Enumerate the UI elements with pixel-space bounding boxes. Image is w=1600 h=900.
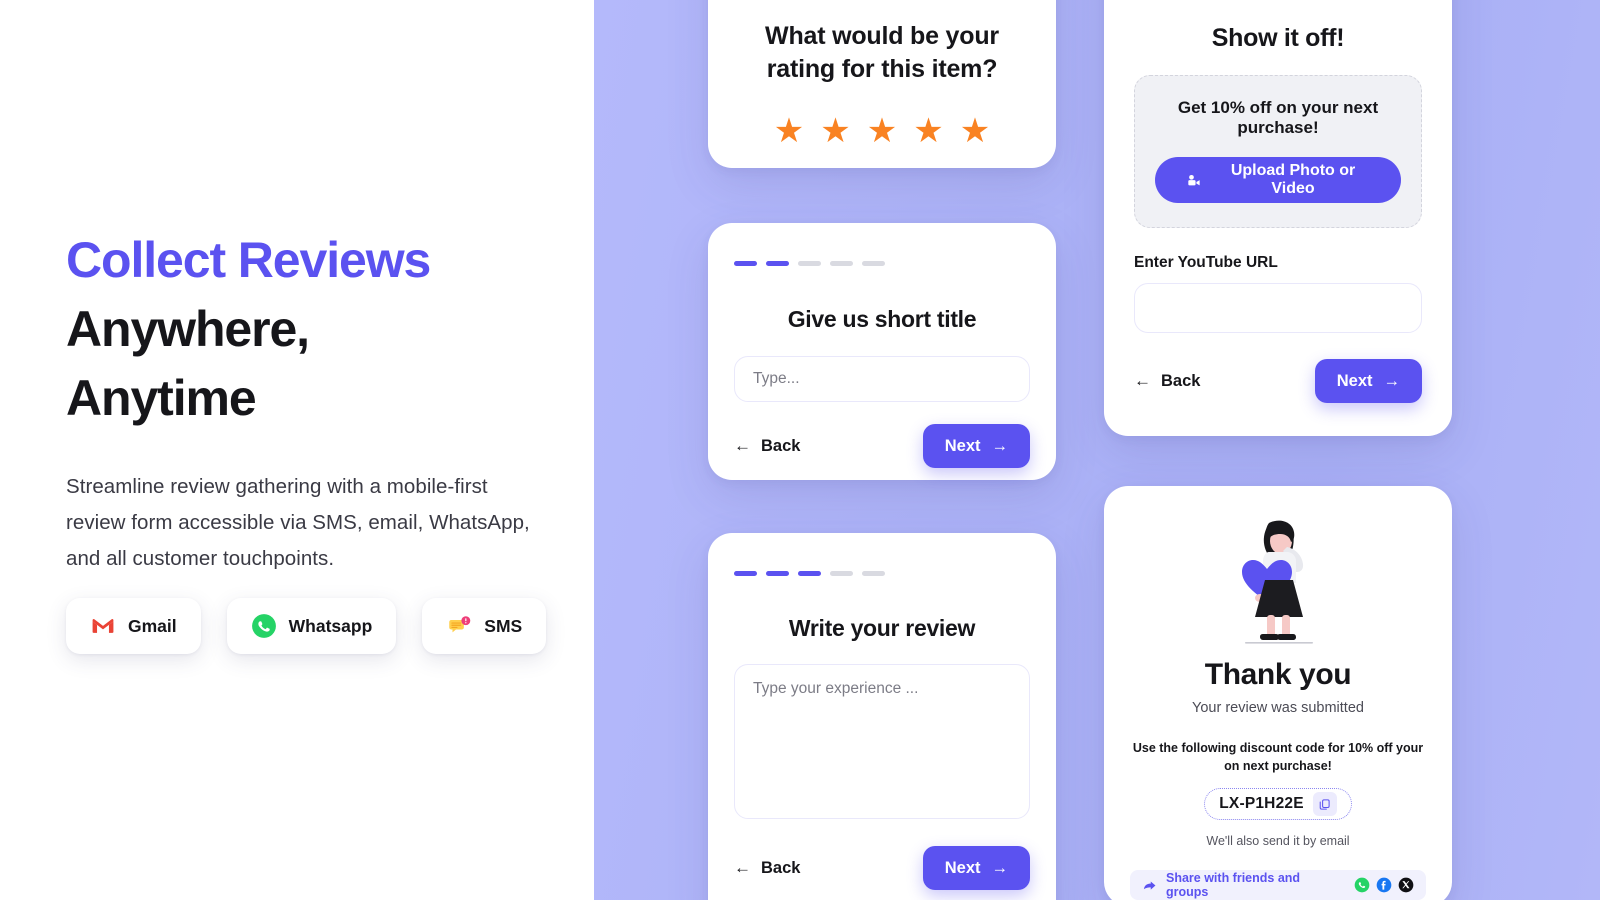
back-button-label: Back <box>761 858 801 877</box>
back-button-label: Back <box>1161 371 1201 390</box>
step-dash <box>862 571 885 576</box>
next-button-label: Next <box>944 436 981 455</box>
card-write-review: Write your review ← Back Next → <box>708 533 1056 900</box>
card-short-title: Give us short title ← Back Next → <box>708 223 1056 480</box>
discount-code-value: LX-P1H22E <box>1219 795 1304 813</box>
star-icon[interactable]: ★ <box>774 114 804 148</box>
step-dash <box>830 571 853 576</box>
card-show-it-off: Show it off! Get 10% off on your next pu… <box>1104 0 1452 436</box>
arrow-left-icon: ← <box>734 436 751 455</box>
step-dash <box>830 261 853 266</box>
whatsapp-icon[interactable] <box>1354 877 1370 893</box>
x-icon[interactable] <box>1398 877 1414 893</box>
channel-pill-sms[interactable]: SMS <box>422 598 547 654</box>
card-rating: What would be your rating for this item?… <box>708 0 1056 168</box>
next-button[interactable]: Next → <box>1314 359 1422 403</box>
short-title-heading: Give us short title <box>787 306 977 332</box>
share-bar[interactable]: Share with friends and groups <box>1130 870 1426 900</box>
camera-video-icon <box>1188 174 1200 186</box>
hero-heading-line2: Anywhere, <box>66 301 310 357</box>
youtube-url-input[interactable] <box>1134 283 1422 333</box>
back-button[interactable]: ← Back <box>734 436 800 456</box>
hero-body-text: Streamline review gathering with a mobil… <box>66 475 530 570</box>
review-textarea[interactable] <box>734 664 1030 819</box>
arrow-right-icon: → <box>991 436 1009 455</box>
hero-heading-line3: Anytime <box>66 370 257 426</box>
channel-pill-whatsapp[interactable]: Whatsapp <box>226 598 397 654</box>
channel-pill-sms-label: SMS <box>484 615 523 636</box>
channel-pill-gmail[interactable]: Gmail <box>66 598 201 654</box>
step-dash <box>798 261 821 266</box>
step-progress-review <box>734 571 1030 576</box>
short-title-input[interactable] <box>734 356 1030 402</box>
step-progress-title <box>734 261 1030 266</box>
share-target-list <box>1354 877 1414 893</box>
star-icon[interactable]: ★ <box>913 114 943 148</box>
next-button-label: Next <box>1336 371 1373 390</box>
page-root: Collect Reviews Anywhere, Anytime Stream… <box>0 0 1600 900</box>
next-button[interactable]: Next → <box>922 846 1030 890</box>
arrow-right-icon: → <box>991 858 1009 877</box>
upload-button-label: Upload Photo or Video <box>1230 162 1356 197</box>
sms-icon <box>449 616 471 633</box>
write-review-heading: Write your review <box>788 615 976 641</box>
discount-code-note: Use the following discount code for 10% … <box>1132 741 1424 774</box>
channel-pill-gmail-label: Gmail <box>128 615 177 636</box>
share-arrow-icon <box>1143 881 1156 890</box>
discount-code-pill: LX-P1H22E <box>1204 788 1352 821</box>
rating-question: What would be your rating for this item? <box>765 22 999 83</box>
star-icon[interactable]: ★ <box>820 114 850 148</box>
step-dash <box>734 261 757 266</box>
step-dash <box>862 261 885 266</box>
back-button[interactable]: ← Back <box>1134 371 1200 391</box>
next-button-label: Next <box>944 858 981 877</box>
step-dash <box>734 571 757 576</box>
hero-heading-accent: Collect Reviews <box>66 232 431 288</box>
step-dash <box>766 571 789 576</box>
hero-section: Collect Reviews Anywhere, Anytime Stream… <box>66 226 586 577</box>
star-icon[interactable]: ★ <box>867 114 897 148</box>
arrow-left-icon: ← <box>1134 371 1151 390</box>
channel-pill-list: Gmail Whatsapp SMS <box>66 598 547 654</box>
thank-you-subtitle: Your review was submitted <box>1192 700 1364 716</box>
rating-stars[interactable]: ★ ★ ★ ★ ★ <box>740 114 1024 148</box>
youtube-url-label: Enter YouTube URL <box>1134 254 1278 271</box>
step-dash <box>766 261 789 266</box>
email-note: We'll also send it by email <box>1206 834 1350 849</box>
arrow-right-icon: → <box>1383 371 1401 390</box>
copy-icon <box>1319 799 1330 810</box>
copy-code-button[interactable] <box>1312 792 1337 817</box>
upload-photo-or-video-button[interactable]: Upload Photo or Video <box>1155 157 1401 203</box>
step-dash <box>798 571 821 576</box>
arrow-left-icon: ← <box>734 858 751 877</box>
back-button[interactable]: ← Back <box>734 858 800 878</box>
showoff-heading: Show it off! <box>1211 24 1345 52</box>
upload-dropzone[interactable]: Get 10% off on your next purchase! Uploa… <box>1134 75 1422 228</box>
thank-you-title: Thank you <box>1204 658 1352 691</box>
woman-holding-heart-illustration <box>1242 520 1313 644</box>
card-thank-you: Thank you Your review was submitted Use … <box>1104 486 1452 900</box>
gmail-icon <box>92 619 114 633</box>
share-bar-label: Share with friends and groups <box>1166 871 1301 900</box>
next-button[interactable]: Next → <box>922 424 1030 468</box>
thank-you-illustration <box>1130 514 1426 646</box>
channel-pill-whatsapp-label: Whatsapp <box>288 615 373 636</box>
facebook-icon[interactable] <box>1376 877 1392 893</box>
whatsapp-icon <box>251 614 276 638</box>
discount-offer-text: Get 10% off on your next purchase! <box>1177 98 1379 137</box>
page-title: Collect Reviews Anywhere, Anytime <box>66 226 586 433</box>
back-button-label: Back <box>761 436 801 455</box>
star-icon[interactable]: ★ <box>960 114 990 148</box>
